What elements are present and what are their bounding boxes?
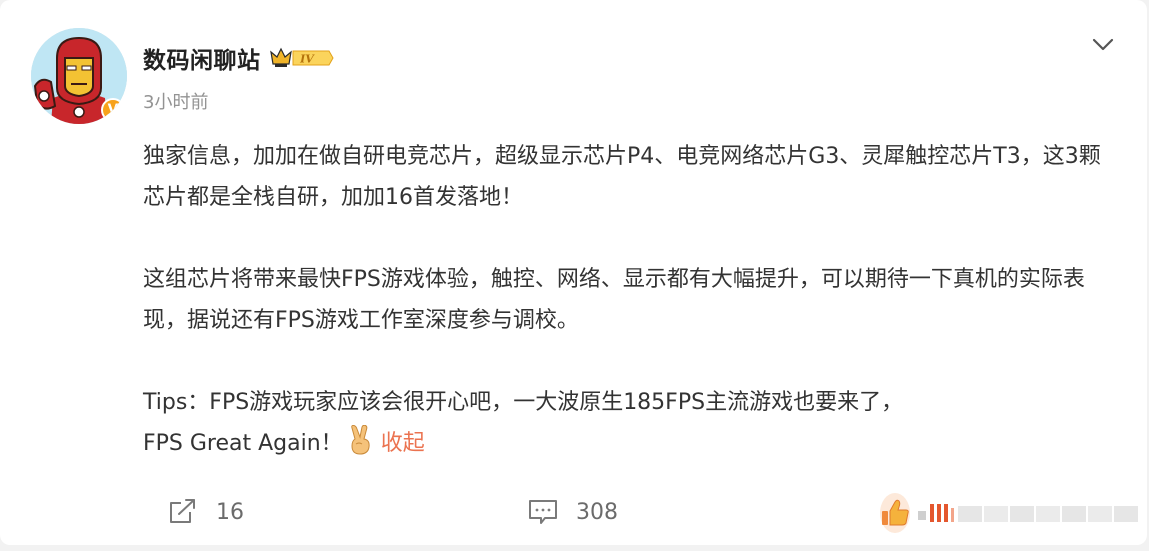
- post-last-line: FPS Great Again！ 收起: [143, 423, 1118, 469]
- comment-button[interactable]: 308: [528, 488, 618, 536]
- post-paragraph: 独家信息，加加在做自研电竞芯片，超级显示芯片P4、电竞网络芯片G3、灵犀触控芯片…: [143, 144, 1101, 210]
- level-badge-text: IV: [299, 53, 315, 66]
- chevron-down-icon[interactable]: [1090, 34, 1116, 56]
- thumbs-up-icon: [880, 493, 910, 533]
- like-button[interactable]: [880, 491, 1140, 535]
- comment-count: 308: [576, 499, 618, 525]
- comment-icon: [528, 499, 558, 525]
- level-badge[interactable]: IV: [269, 46, 335, 70]
- post-content: 独家信息，加加在做自研电竞芯片，超级显示芯片P4、电竞网络芯片G3、灵犀触控芯片…: [143, 136, 1118, 469]
- post-card: V 数码闲聊站 IV 3小时前 独家信息，加加在做自研电竞芯片，超级显示芯片P4…: [0, 0, 1147, 545]
- author-avatar[interactable]: V: [31, 28, 127, 124]
- share-icon: [168, 499, 198, 525]
- repost-button[interactable]: 16: [168, 488, 244, 536]
- victory-hand-emoji-icon: [347, 424, 375, 469]
- post-last-line-text: FPS Great Again！: [143, 431, 343, 456]
- post-paragraph: 这组芯片将带来最快FPS游戏体验，触控、网络、显示都有大幅提升，可以期待一下真机…: [143, 267, 1085, 333]
- repost-count: 16: [216, 499, 244, 525]
- author-row: 数码闲聊站 IV: [143, 40, 335, 76]
- like-count-bar: [918, 502, 1148, 524]
- collapse-link[interactable]: 收起: [381, 431, 425, 456]
- verified-badge: V: [101, 98, 125, 122]
- avatar: V: [31, 28, 127, 124]
- crown-level-icon: IV: [269, 47, 334, 67]
- post-time[interactable]: 3小时前: [143, 88, 208, 114]
- post-paragraph: Tips：FPS游戏玩家应该会很开心吧，一大波原生185FPS主流游戏也要来了，: [143, 390, 904, 415]
- author-name[interactable]: 数码闲聊站: [143, 41, 261, 75]
